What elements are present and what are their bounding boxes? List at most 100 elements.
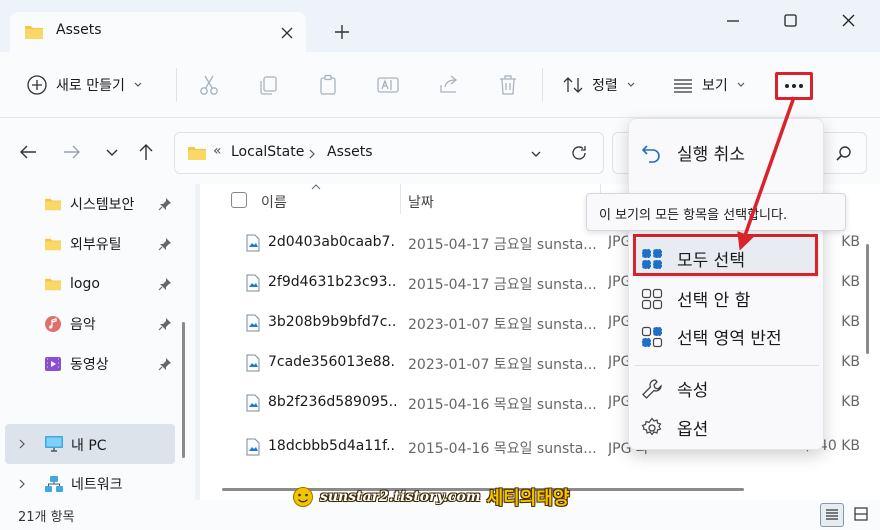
pin-icon[interactable] (158, 317, 172, 331)
sidebar-scrollbar[interactable] (182, 322, 185, 458)
close-tab-icon[interactable] (276, 22, 298, 44)
more-dots-icon (785, 84, 803, 88)
sidebar-item-label: 음악 (70, 317, 96, 333)
folder-icon (45, 198, 61, 211)
chevron-right-icon[interactable] (18, 478, 26, 490)
sort-button-label: 정렬 (592, 78, 618, 94)
sidebar-item-logo[interactable]: logo (44, 272, 100, 296)
minimize-icon[interactable] (720, 8, 746, 34)
menu-item-properties[interactable]: 속성 (629, 368, 825, 408)
copy-icon[interactable] (255, 72, 281, 98)
sidebar-item-videos[interactable]: 동영상 (44, 352, 109, 376)
menu-item-label: 선택 안 함 (677, 291, 751, 311)
search-icon (836, 146, 851, 161)
new-button[interactable]: 새로 만들기 (26, 70, 143, 100)
folder-icon (45, 278, 61, 291)
chevron-down-icon (627, 82, 635, 87)
folder-icon (45, 238, 61, 251)
menu-item-undo[interactable]: 실행 취소 (629, 132, 825, 172)
folder-icon (188, 147, 206, 160)
sidebar-item-label: logo (70, 276, 100, 292)
cut-icon[interactable] (196, 72, 222, 98)
refresh-icon[interactable] (569, 143, 589, 163)
more-options-button[interactable] (775, 72, 813, 100)
view-list-icon (674, 79, 692, 93)
sort-button[interactable]: 정렬 (562, 70, 636, 100)
sidebar-item-label: 시스템보안 (70, 197, 135, 213)
tab-title: Assets (56, 22, 102, 38)
folder-icon (24, 24, 44, 40)
watermark-url: sunstar2.tistory.com (320, 489, 481, 505)
chevron-right-icon (309, 149, 315, 159)
breadcrumb-overflow[interactable]: « (213, 143, 222, 159)
sidebar-item-external-utils[interactable]: 외부유틸 (44, 232, 122, 256)
column-header-date[interactable]: 날짜 (408, 192, 434, 212)
back-icon[interactable] (16, 140, 40, 164)
menu-item-options[interactable]: 옵션 (629, 407, 825, 447)
image-file-icon (246, 394, 260, 412)
menu-item-label: 실행 취소 (677, 145, 745, 165)
chevron-right-icon[interactable] (18, 438, 26, 450)
menu-item-invert-selection[interactable]: 선택 영역 반전 (629, 316, 825, 356)
column-divider[interactable] (400, 184, 401, 214)
sidebar-item-my-pc[interactable]: 내 PC (5, 424, 175, 464)
delete-icon[interactable] (495, 72, 521, 98)
file-name: 2d0403ab0caab7... (268, 234, 396, 250)
close-window-icon[interactable] (835, 8, 861, 34)
sidebar-item-system-security[interactable]: 시스템보안 (44, 192, 134, 216)
file-size: KB (841, 234, 860, 250)
new-tab-icon[interactable] (330, 20, 354, 44)
share-icon[interactable] (436, 72, 462, 98)
breadcrumb-assets[interactable]: Assets (327, 144, 373, 160)
select-all-checkbox[interactable] (231, 192, 247, 208)
tooltip-text: 이 보기의 모든 항목을 선택합니다. (599, 208, 788, 223)
thumbnail-view-button[interactable] (850, 503, 874, 527)
sidebar-item-music[interactable]: 음악 (44, 312, 96, 336)
network-icon (45, 476, 63, 492)
breadcrumb-localstate[interactable]: LocalState (231, 144, 304, 160)
menu-item-select-none[interactable]: 선택 안 함 (629, 278, 825, 318)
forward-icon[interactable] (60, 140, 84, 164)
details-view-icon (826, 509, 838, 520)
select-none-icon (641, 288, 663, 310)
more-options-menu: 실행 취소 모두 선택 선택 안 함 선택 영역 반전 속성 옵션 (628, 118, 824, 450)
chevron-down-icon[interactable] (529, 147, 543, 161)
pin-icon[interactable] (158, 357, 172, 371)
file-size: KB (841, 394, 860, 410)
divider (542, 68, 543, 102)
file-name: 3b208b9b9bfd7c... (268, 314, 396, 330)
vertical-scrollbar[interactable] (866, 244, 869, 354)
command-bar: 새로 만들기 정렬 보기 (0, 52, 880, 118)
address-bar[interactable]: « LocalState Assets (174, 132, 604, 174)
up-icon[interactable] (134, 140, 158, 164)
select-all-highlight-box (633, 234, 818, 276)
sidebar-item-network[interactable]: 네트워크 (5, 472, 175, 496)
column-header-name[interactable]: 이름 (261, 192, 287, 212)
sidebar-item-label: 네트워크 (71, 477, 123, 493)
thumbnail-view-icon (854, 507, 868, 521)
chevron-down-icon (134, 82, 142, 87)
undo-icon (641, 145, 660, 163)
divider (176, 68, 177, 102)
rename-icon[interactable] (375, 72, 401, 98)
pin-icon[interactable] (158, 197, 172, 211)
view-button[interactable]: 보기 (672, 70, 746, 100)
item-count: 21개 항목 (18, 510, 75, 525)
watermark-name: 세티의태양 (486, 488, 570, 509)
file-name: 8b2f236d589095... (268, 394, 396, 410)
paste-icon[interactable] (315, 72, 341, 98)
maximize-icon[interactable] (777, 8, 803, 34)
invert-selection-icon (641, 326, 663, 348)
tab-assets[interactable]: Assets (10, 12, 306, 54)
gear-icon (641, 417, 662, 436)
pin-icon[interactable] (158, 277, 172, 291)
image-file-icon (246, 438, 260, 456)
recent-locations-icon[interactable] (100, 140, 124, 164)
pin-icon[interactable] (158, 237, 172, 251)
file-date: 2015-04-17 금요일 sunsta... (408, 277, 596, 293)
sidebar-item-label: 내 PC (71, 438, 107, 454)
details-view-button[interactable] (820, 503, 844, 527)
file-date: 2015-04-17 금요일 sunsta... (408, 237, 596, 253)
sort-icon (563, 77, 583, 93)
wrench-icon (642, 379, 662, 399)
